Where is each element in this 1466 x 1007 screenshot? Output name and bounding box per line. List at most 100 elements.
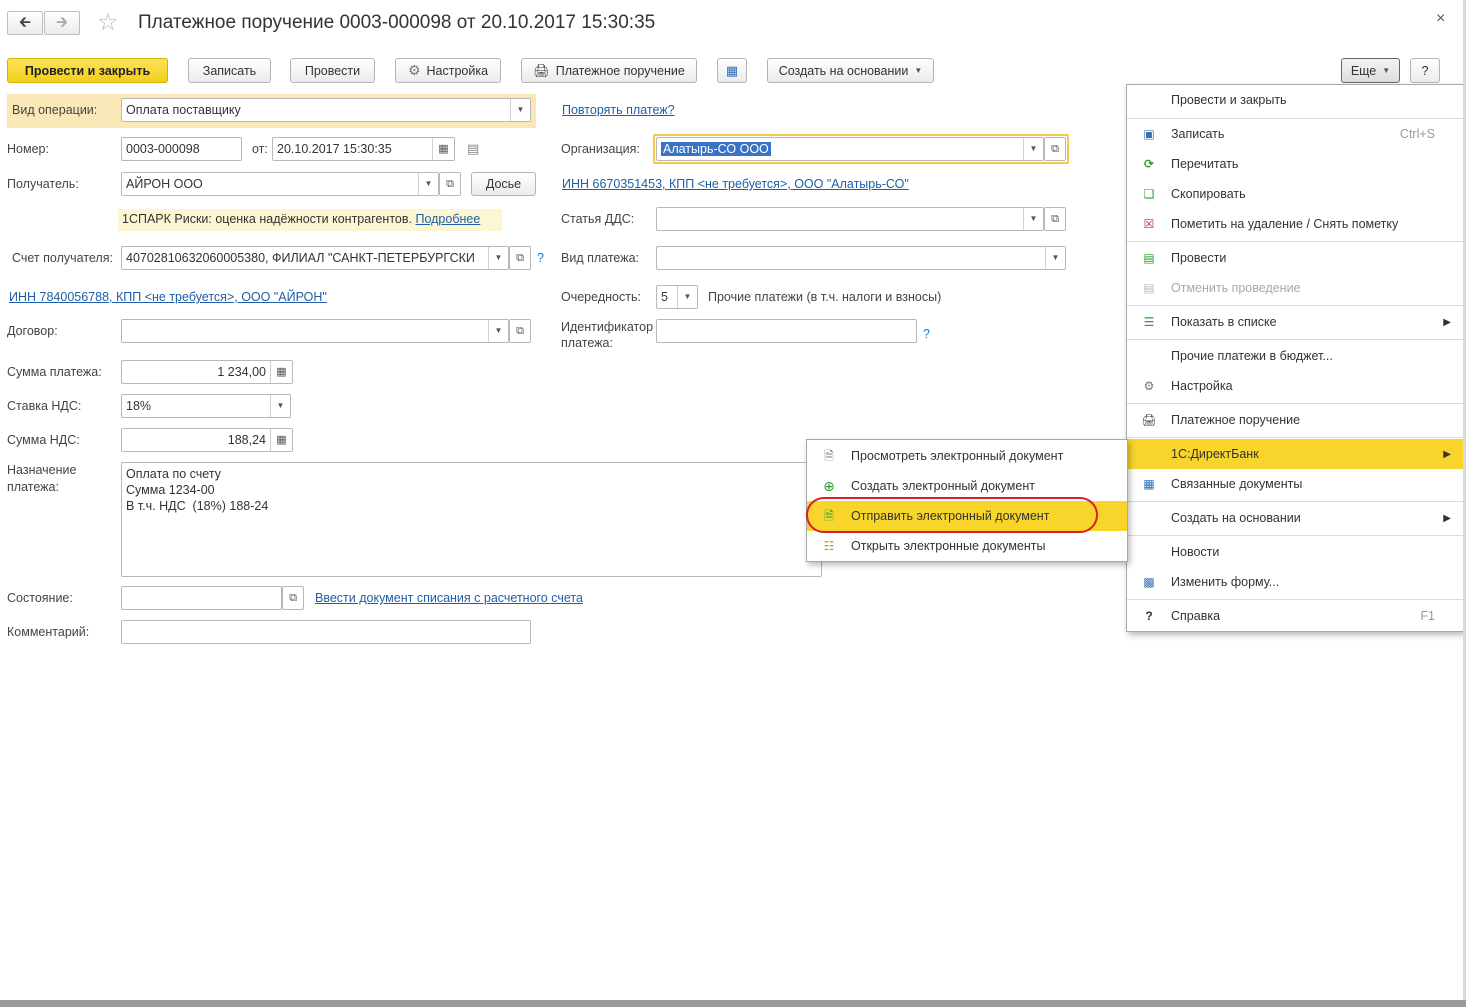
open-dds-button[interactable]: ⧉ bbox=[1044, 207, 1066, 231]
calculator-icon[interactable]: ▦ bbox=[270, 429, 292, 451]
calculator-icon[interactable]: ▦ bbox=[270, 361, 292, 383]
chevron-down-icon[interactable]: ▼ bbox=[1045, 247, 1065, 269]
menu-item-label: Перечитать bbox=[1171, 157, 1239, 171]
chevron-down-icon[interactable]: ▼ bbox=[1023, 138, 1043, 160]
refresh-icon: ⟳ bbox=[1143, 157, 1155, 171]
organization-label: Организация: bbox=[561, 142, 640, 156]
menu-item-copy[interactable]: ❏ Скопировать bbox=[1127, 179, 1463, 209]
highlight-ring bbox=[806, 497, 1098, 533]
priority-description: Прочие платежи (в т.ч. налоги и взносы) bbox=[708, 290, 942, 304]
menu-item-payment-order[interactable]: 🖨 Платежное поручение bbox=[1127, 405, 1463, 435]
close-icon[interactable]: × bbox=[1436, 10, 1445, 28]
structure-button[interactable]: ▦ bbox=[717, 58, 747, 83]
forward-button[interactable]: 🡲 bbox=[44, 11, 80, 35]
submenu-item-open-edocs[interactable]: ☷ Открыть электронные документы bbox=[807, 531, 1127, 561]
account-select[interactable]: 40702810632060005380, ФИЛИАЛ "САНКТ-ПЕТЕ… bbox=[121, 246, 509, 270]
menu-item-label: Прочие платежи в бюджет... bbox=[1171, 349, 1333, 363]
menu-item-post-close[interactable]: Провести и закрыть bbox=[1127, 85, 1463, 115]
history-icon[interactable]: ▤ bbox=[467, 141, 479, 157]
date-label: от: bbox=[252, 142, 268, 156]
open-icon: ⧉ bbox=[446, 178, 454, 190]
menu-item-create-based[interactable]: Создать на основании ▶ bbox=[1127, 503, 1463, 533]
purpose-label-2: платежа: bbox=[7, 480, 59, 494]
save-button[interactable]: Записать bbox=[188, 58, 271, 83]
state-input[interactable] bbox=[121, 586, 282, 610]
account-help-icon[interactable]: ? bbox=[537, 251, 544, 265]
submenu-item-label: Создать электронный документ bbox=[851, 479, 1035, 493]
menu-separator bbox=[1127, 535, 1463, 536]
operation-type-select[interactable]: Оплата поставщику ▼ bbox=[121, 98, 531, 122]
dossier-button[interactable]: Досье bbox=[471, 172, 536, 196]
arrow-left-icon: 🡰 bbox=[18, 14, 32, 31]
menu-item-show-in-list[interactable]: ☰ Показать в списке ▶ bbox=[1127, 307, 1463, 337]
number-input[interactable]: 0003-000098 bbox=[121, 137, 242, 161]
post-and-close-button[interactable]: Провести и закрыть bbox=[7, 58, 168, 83]
chevron-down-icon[interactable]: ▼ bbox=[1023, 208, 1043, 230]
vat-sum-label: Сумма НДС: bbox=[7, 433, 80, 447]
payment-kind-select[interactable]: ▼ bbox=[656, 246, 1066, 270]
open-account-button[interactable]: ⧉ bbox=[509, 246, 531, 270]
chevron-down-icon[interactable]: ▼ bbox=[510, 99, 530, 121]
chevron-down-icon[interactable]: ▼ bbox=[677, 286, 697, 308]
spark-more-link[interactable]: Подробнее bbox=[415, 212, 480, 226]
chevron-down-icon[interactable]: ▼ bbox=[488, 320, 508, 342]
chevron-down-icon[interactable]: ▼ bbox=[418, 173, 438, 195]
menu-item-directbank[interactable]: 1С:ДиректБанк ▶ bbox=[1127, 439, 1463, 469]
dds-select[interactable]: ▼ bbox=[656, 207, 1044, 231]
settings-button[interactable]: ⚙ Настройка bbox=[395, 58, 501, 83]
date-input[interactable]: 20.10.2017 15:30:35 ▦ bbox=[272, 137, 455, 161]
open-recipient-button[interactable]: ⧉ bbox=[439, 172, 461, 196]
menu-item-reread[interactable]: ⟳ Перечитать bbox=[1127, 149, 1463, 179]
menu-item-mark-delete[interactable]: ☒ Пометить на удаление / Снять пометку bbox=[1127, 209, 1463, 239]
menu-item-other-budget[interactable]: Прочие платежи в бюджет... bbox=[1127, 341, 1463, 371]
menu-item-post[interactable]: ▤ Провести bbox=[1127, 243, 1463, 273]
create-based-button[interactable]: Создать на основании ▼ bbox=[767, 58, 934, 83]
identifier-help-icon[interactable]: ? bbox=[923, 327, 930, 341]
sum-input[interactable]: 1 234,00 ▦ bbox=[121, 360, 293, 384]
menu-item-label: Настройка bbox=[1171, 379, 1233, 393]
menu-item-change-form[interactable]: ▩ Изменить форму... bbox=[1127, 567, 1463, 597]
organization-select[interactable]: Алатырь-СО ООО ▼ bbox=[656, 137, 1044, 161]
menu-item-save[interactable]: ▣ Записать Ctrl+S bbox=[1127, 119, 1463, 149]
print-payment-order-button[interactable]: 🖨 Платежное поручение bbox=[521, 58, 697, 83]
payment-kind-label: Вид платежа: bbox=[561, 251, 640, 265]
chevron-down-icon[interactable]: ▼ bbox=[488, 247, 508, 269]
calendar-icon[interactable]: ▦ bbox=[432, 138, 454, 160]
menu-item-related-docs[interactable]: ▦ Связанные документы bbox=[1127, 469, 1463, 499]
menu-item-settings[interactable]: ⚙ Настройка bbox=[1127, 371, 1463, 401]
recipient-select[interactable]: АЙРОН ООО ▼ bbox=[121, 172, 439, 196]
open-organization-button[interactable]: ⧉ bbox=[1044, 137, 1066, 161]
contract-label: Договор: bbox=[7, 324, 58, 338]
help-button[interactable]: ? bbox=[1410, 58, 1440, 83]
submenu-item-label: Просмотреть электронный документ bbox=[851, 449, 1064, 463]
submenu-item-view-edoc[interactable]: 🗎 Просмотреть электронный документ bbox=[807, 441, 1127, 471]
open-icon: ⧉ bbox=[1051, 213, 1059, 225]
identifier-input[interactable] bbox=[656, 319, 917, 343]
open-contract-button[interactable]: ⧉ bbox=[509, 319, 531, 343]
priority-select[interactable]: 5 ▼ bbox=[656, 285, 698, 309]
more-button[interactable]: Еще ▼ bbox=[1341, 58, 1400, 83]
organization-inn-link[interactable]: ИНН 6670351453, КПП <не требуется>, ООО … bbox=[562, 177, 909, 191]
purpose-textarea[interactable]: Оплата по счету Сумма 1234-00 В т.ч. НДС… bbox=[121, 462, 822, 577]
recipient-label: Получатель: bbox=[7, 177, 79, 191]
comment-input[interactable] bbox=[121, 620, 531, 644]
menu-item-label: Отменить проведение bbox=[1171, 281, 1301, 295]
favorite-star-icon[interactable]: ☆ bbox=[97, 8, 119, 37]
menu-item-label: Скопировать bbox=[1171, 187, 1246, 201]
recipient-inn-link[interactable]: ИНН 7840056788, КПП <не требуется>, ООО … bbox=[9, 290, 327, 304]
operation-type-label: Вид операции: bbox=[12, 103, 98, 117]
menu-item-help[interactable]: ? Справка F1 bbox=[1127, 601, 1463, 631]
chevron-down-icon[interactable]: ▼ bbox=[270, 395, 290, 417]
vat-sum-input[interactable]: 188,24 ▦ bbox=[121, 428, 293, 452]
create-writeoff-link[interactable]: Ввести документ списания с расчетного сч… bbox=[315, 591, 583, 605]
vat-rate-select[interactable]: 18% ▼ bbox=[121, 394, 291, 418]
structure-icon: ▦ bbox=[725, 62, 739, 78]
repeat-payment-link[interactable]: Повторять платеж? bbox=[562, 103, 675, 117]
post-button[interactable]: Провести bbox=[290, 58, 375, 83]
contract-select[interactable]: ▼ bbox=[121, 319, 509, 343]
dds-label: Статья ДДС: bbox=[561, 212, 635, 226]
menu-item-news[interactable]: Новости bbox=[1127, 537, 1463, 567]
plus-circle-icon: ⊕ bbox=[823, 478, 835, 494]
back-button[interactable]: 🡰 bbox=[7, 11, 43, 35]
open-state-button[interactable]: ⧉ bbox=[282, 586, 304, 610]
